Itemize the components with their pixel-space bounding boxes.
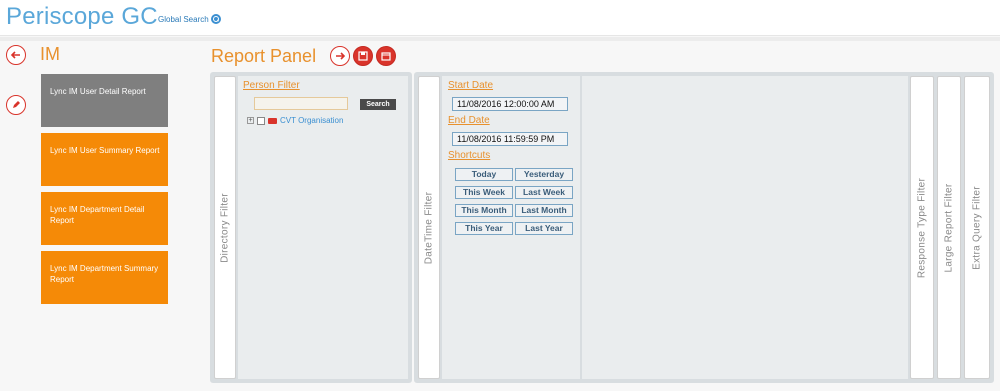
- start-date-field[interactable]: 11/08/2016 12:00:00 AM: [452, 97, 568, 111]
- tab-datetime-filter[interactable]: DateTime Filter: [418, 76, 440, 379]
- person-filter-link[interactable]: Person Filter: [243, 80, 300, 91]
- tab-extra-query-filter[interactable]: Extra Query Filter: [964, 76, 990, 379]
- shortcut-last-year[interactable]: Last Year: [515, 222, 573, 235]
- back-button[interactable]: [6, 45, 26, 65]
- shortcut-this-year[interactable]: This Year: [455, 222, 513, 235]
- end-date-field[interactable]: 11/08/2016 11:59:59 PM: [452, 132, 568, 146]
- calendar-icon: [381, 52, 391, 61]
- global-search-label[interactable]: Global Search: [158, 15, 209, 24]
- tab-extra-query-filter-label: Extra Query Filter: [971, 185, 983, 270]
- start-date-link[interactable]: Start Date: [448, 80, 493, 91]
- report-item-department-summary[interactable]: Lync IM Department Summary Report: [41, 251, 168, 304]
- arrow-left-icon: [10, 51, 20, 59]
- shortcut-this-month[interactable]: This Month: [455, 204, 513, 217]
- global-search-link[interactable]: Global Search: [158, 14, 221, 24]
- search-button[interactable]: Search: [360, 99, 396, 110]
- end-date-link[interactable]: End Date: [448, 115, 490, 126]
- filter-content-area: [582, 76, 908, 379]
- header-divider: [0, 37, 1000, 41]
- pencil-icon: [13, 101, 20, 108]
- tree-node-root: + CVT Organisation: [247, 116, 343, 125]
- shortcut-last-month[interactable]: Last Month: [515, 204, 573, 217]
- tab-directory-filter-label: Directory Filter: [219, 192, 231, 263]
- section-title: IM: [40, 44, 60, 64]
- shortcuts-link[interactable]: Shortcuts: [448, 150, 490, 161]
- shortcut-yesterday[interactable]: Yesterday: [515, 168, 573, 181]
- report-item-user-summary[interactable]: Lync IM User Summary Report: [41, 133, 168, 186]
- shortcut-last-week[interactable]: Last Week: [515, 186, 573, 199]
- shortcut-this-week[interactable]: This Week: [455, 186, 513, 199]
- tab-response-type-filter-label: Response Type Filter: [916, 177, 928, 278]
- app-title: Periscope GC: [6, 3, 158, 30]
- save-button[interactable]: [353, 46, 373, 66]
- report-panel-title: Report Panel: [211, 46, 317, 66]
- person-search-input[interactable]: [254, 97, 348, 110]
- edit-button[interactable]: [6, 95, 26, 115]
- save-icon: [358, 51, 368, 61]
- top-bar: Periscope GC Global Search: [0, 0, 1000, 36]
- shortcut-today[interactable]: Today: [455, 168, 513, 181]
- tree-node-checkbox[interactable]: [257, 116, 265, 125]
- schedule-button[interactable]: [376, 46, 396, 66]
- report-item-user-detail[interactable]: Lync IM User Detail Report: [41, 74, 168, 127]
- tab-directory-filter[interactable]: Directory Filter: [214, 76, 236, 379]
- tab-large-report-filter-label: Large Report Filter: [943, 182, 955, 273]
- report-item-department-detail[interactable]: Lync IM Department Detail Report: [41, 192, 168, 245]
- tab-large-report-filter[interactable]: Large Report Filter: [937, 76, 961, 379]
- tab-response-type-filter[interactable]: Response Type Filter: [910, 76, 934, 379]
- tab-datetime-filter-label: DateTime Filter: [423, 191, 435, 264]
- search-icon[interactable]: [210, 14, 221, 24]
- expand-icon[interactable]: +: [247, 117, 254, 124]
- arrow-right-icon: [336, 52, 346, 60]
- tree-node-label[interactable]: CVT Organisation: [280, 116, 343, 125]
- folder-icon: [268, 117, 277, 124]
- run-report-button[interactable]: [330, 46, 350, 66]
